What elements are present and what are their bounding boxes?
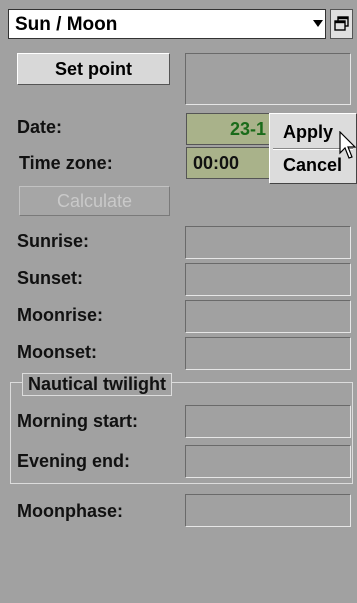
date-input[interactable]: 23-1: [186, 113, 270, 145]
calculate-button[interactable]: Calculate: [19, 186, 170, 216]
panel-title: Sun / Moon: [15, 14, 118, 35]
sunset-field: [185, 263, 351, 296]
time-zone-input[interactable]: 00:00: [186, 147, 270, 179]
moonset-field: [185, 337, 351, 370]
time-zone-label: Time zone:: [19, 153, 113, 173]
evening-end-label: Evening end:: [17, 451, 131, 471]
evening-end-field: [185, 445, 351, 478]
restore-window-icon[interactable]: [330, 9, 353, 39]
moonrise-label: Moonrise:: [17, 305, 104, 325]
moonphase-field: [185, 494, 351, 527]
date-label: Date:: [17, 117, 63, 137]
set-point-display: [185, 53, 351, 105]
set-point-button[interactable]: Set point: [17, 53, 170, 85]
title-bar: Sun / Moon: [8, 9, 353, 39]
sunrise-field: [185, 226, 351, 259]
morning-start-label: Morning start:: [17, 411, 138, 431]
sunrise-label: Sunrise:: [17, 231, 90, 251]
panel-selector[interactable]: Sun / Moon: [8, 9, 326, 39]
sunset-label: Sunset:: [17, 268, 84, 288]
moonset-label: Moonset:: [17, 342, 97, 362]
chevron-down-icon: [313, 20, 323, 27]
moonrise-field: [185, 300, 351, 333]
morning-start-field: [185, 405, 351, 438]
moonphase-label: Moonphase:: [17, 501, 123, 521]
nautical-twilight-title: Nautical twilight: [22, 373, 173, 396]
sun-moon-panel: Sun / Moon Set point Date: 23-1 Time zon…: [0, 0, 357, 603]
mouse-cursor-icon: [339, 131, 357, 159]
